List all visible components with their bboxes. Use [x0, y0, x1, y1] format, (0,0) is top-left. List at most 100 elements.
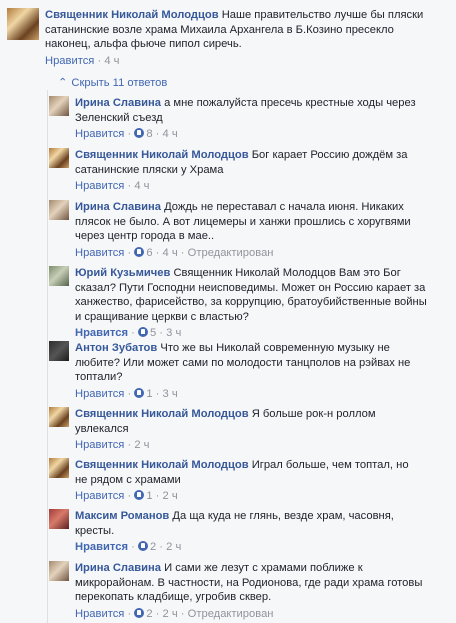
comment-meta: Нравится · 1 · 2 ч [75, 490, 178, 502]
reply-comment: Максим Романов Да ща куда не глянь, везд… [49, 509, 449, 554]
reply-comment: Священник Николай Молодцов Играл больше,… [49, 458, 449, 503]
comment-body: Максим Романов Да ща куда не глянь, везд… [75, 509, 449, 554]
like-button[interactable]: Нравится [75, 439, 124, 451]
comment-author[interactable]: Ирина Славина [75, 97, 161, 109]
like-button[interactable]: Нравится [75, 388, 124, 400]
comment-body: Антон Зубатов Что же вы Николай современ… [75, 341, 449, 401]
comment-text: сатанинские пляски у Храма [75, 163, 224, 176]
avatar[interactable] [49, 266, 69, 286]
comment-text: Да ща куда не глянь, везде храм, часовня… [172, 510, 394, 522]
avatar[interactable] [49, 509, 69, 529]
comment-text: Бог карает Россию дождём за [251, 149, 408, 161]
comment-meta: Нравится · 8 · 4 ч [75, 128, 178, 140]
comment-author[interactable]: Священник Николай Молодцов [75, 459, 249, 471]
replies-divider [47, 90, 48, 623]
comment-text: И сами же лезут с храмами поближе к [164, 562, 363, 574]
comment-text: ханжество, фарисейство, за коррупцию, бр… [75, 296, 427, 308]
avatar[interactable] [49, 96, 69, 116]
edited-label[interactable]: Отредактирован [188, 247, 274, 259]
reply-comment: Ирина Славина а мне пожалуйста пресечь к… [49, 96, 449, 141]
reply-comment: Священник Николай Молодцов Бог карает Ро… [49, 148, 449, 193]
comment-text: а мне пожалуйста пресечь крестные ходы ч… [164, 97, 416, 109]
comment-body: Ирина Славина а мне пожалуйста пресечь к… [75, 96, 449, 141]
timestamp[interactable]: 4 ч [134, 180, 149, 192]
comment-text: через центр города в мае.. [75, 230, 215, 242]
comment-text: топтали? [75, 371, 123, 383]
comment-text: Что же вы Николай современную музыку не [160, 342, 390, 354]
comment-text: Зеленский съезд [75, 111, 163, 124]
like-reaction-icon [134, 490, 145, 500]
like-button[interactable]: Нравится [75, 180, 124, 192]
like-reaction-icon [134, 128, 145, 138]
timestamp[interactable]: 2 ч [166, 541, 181, 553]
avatar[interactable] [49, 200, 69, 220]
comment-meta: Нравится · 4 ч [45, 54, 120, 67]
edited-label[interactable]: Отредактирован [188, 608, 274, 620]
comment-text: Я больше рок-н роллом [251, 408, 376, 420]
comment-thread: Священник Николай Молодцов Наше правител… [0, 0, 456, 623]
comment-meta: Нравится · 5 · 3 ч [75, 327, 182, 339]
comment-text: увлекался [75, 422, 129, 435]
like-button[interactable]: Нравится [75, 327, 128, 339]
avatar[interactable] [7, 8, 39, 40]
comment-body: Священник Николай Молодцов Играл больше,… [75, 458, 449, 503]
like-button[interactable]: Нравится [75, 247, 124, 259]
timestamp[interactable]: 4 ч [163, 247, 178, 259]
like-reaction-icon [134, 246, 145, 257]
avatar[interactable] [49, 407, 69, 427]
timestamp[interactable]: 4 ч [163, 128, 178, 140]
timestamp[interactable]: 2 ч [134, 439, 149, 451]
comment-text: наконец, альфа фьюче пипол сиречь. [45, 38, 242, 50]
comment-text: Наше правительство лучше бы пляски [221, 9, 424, 21]
top-comment: Священник Николай Молодцов Наше правител… [7, 8, 452, 68]
reply-comment: Ирина Славина Дождь не переставал с нача… [49, 200, 449, 260]
comment-author[interactable]: Максим Романов [75, 510, 169, 522]
timestamp[interactable]: 3 ч [166, 327, 181, 339]
avatar[interactable] [49, 341, 69, 361]
comment-text: микрорайонам. В частности, на Родионова,… [75, 576, 423, 589]
reply-comment: Священник Николай Молодцов Я больше рок-… [49, 407, 449, 452]
like-reaction-icon [134, 607, 145, 618]
comment-text: не рядом с храмами [75, 473, 181, 486]
comment-text: Дождь не переставал с начала июня. Никак… [164, 201, 404, 213]
comment-author[interactable]: Юрий Кузьмичев [75, 267, 170, 279]
comment-author[interactable]: Священник Николай Молодцов [75, 408, 249, 420]
timestamp[interactable]: 2 ч [163, 608, 178, 620]
like-button[interactable]: Нравится [75, 608, 124, 620]
comment-author[interactable]: Ирина Славина [75, 201, 161, 213]
comment-author[interactable]: Священник Николай Молодцов [75, 149, 249, 161]
comment-text: сказал? Пути Господни неисповедимы. Може… [75, 281, 426, 294]
comment-meta: Нравится · 2 · 2 ч · Отредактирован [75, 607, 274, 620]
hide-replies-link[interactable]: ⌃ Скрыть 11 ответов [58, 76, 167, 89]
comment-text: перекопать кладбище, угробив сквер. [75, 591, 272, 603]
like-reaction-icon [134, 387, 145, 398]
comment-text: сатанинские возле храма Михаила Архангел… [45, 23, 394, 36]
comment-meta: Нравится · 4 ч [75, 180, 150, 192]
comment-text: плясок не было. А вот лицемеры и ханжи п… [75, 215, 411, 228]
reply-comment: Антон Зубатов Что же вы Николай современ… [49, 341, 449, 401]
avatar[interactable] [49, 458, 69, 478]
avatar[interactable] [49, 148, 69, 168]
like-button[interactable]: Нравится [75, 541, 128, 553]
comment-meta: Нравится · 2 ч [75, 439, 150, 451]
comment-text: Священник Николай Молодцов Вам это Бог [173, 267, 401, 279]
like-button[interactable]: Нравится [75, 490, 124, 502]
timestamp[interactable]: 3 ч [163, 388, 178, 400]
comment-body: Ирина Славина Дождь не переставал с нача… [75, 200, 449, 260]
comment-meta: Нравится · 6 · 4 ч · Отредактирован [75, 246, 274, 259]
avatar[interactable] [49, 561, 69, 581]
like-button[interactable]: Нравится [45, 55, 94, 67]
comment-body: Священник Николай Молодцов Бог карает Ро… [75, 148, 449, 193]
reply-comment: Юрий Кузьмичев Священник Николай Молодцо… [49, 266, 449, 340]
timestamp[interactable]: 2 ч [163, 490, 178, 502]
comment-author[interactable]: Антон Зубатов [75, 342, 157, 354]
comment-body: Священник Николай Молодцов Наше правител… [45, 8, 452, 68]
chevron-up-icon: ⌃ [58, 77, 68, 89]
like-reaction-icon [137, 327, 148, 337]
comment-text: любите? Или может сами по молодости танц… [75, 356, 411, 369]
like-button[interactable]: Нравится [75, 128, 124, 140]
timestamp[interactable]: 4 ч [104, 55, 119, 67]
comment-author[interactable]: Ирина Славина [75, 562, 161, 574]
reply-comment: Ирина Славина И сами же лезут с храмами … [49, 561, 449, 621]
comment-author[interactable]: Священник Николай Молодцов [45, 9, 219, 21]
